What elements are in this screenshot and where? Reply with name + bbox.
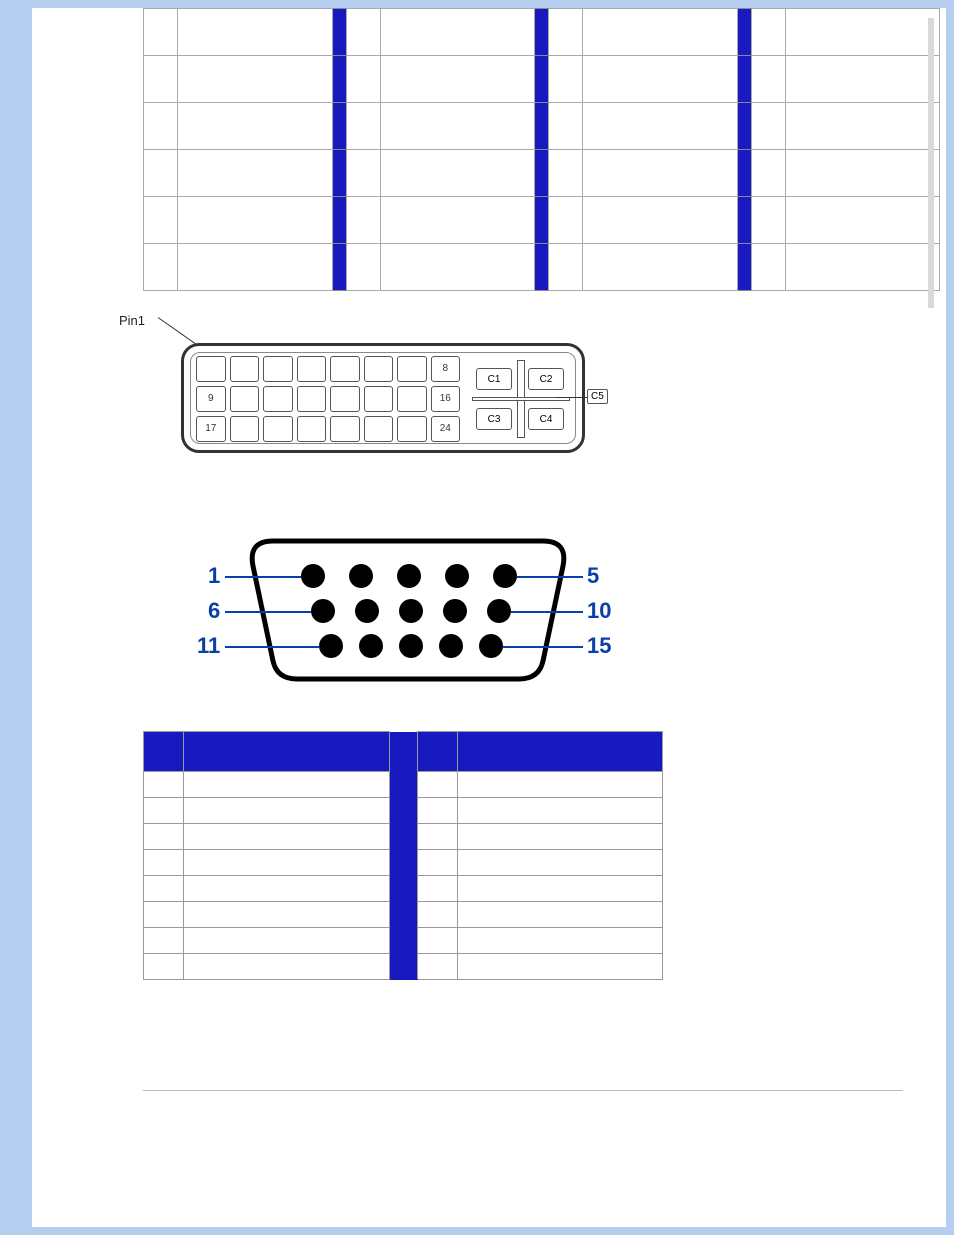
table-cell	[178, 9, 333, 56]
dvi-connector-diagram: Pin1 8 9 16 17 24 C1	[143, 321, 643, 491]
dvi-pin-c3: C3	[476, 408, 512, 430]
dvi-pin-grid: 8 9 16 17 24	[196, 356, 460, 442]
dvi-pin-c2: C2	[528, 368, 564, 390]
vga-pin-10-label: 10	[587, 598, 611, 624]
leader-line	[225, 646, 319, 648]
header-pin-num-left	[144, 732, 184, 772]
top-spec-table	[143, 8, 940, 291]
dvi-pin-17: 17	[196, 416, 226, 442]
header-desc-right	[457, 732, 663, 772]
dvi-pin-8: 8	[431, 356, 461, 382]
vga-pin-5-label: 5	[587, 563, 599, 589]
dvi-pin-24: 24	[431, 416, 461, 442]
dvi-pin-9: 9	[196, 386, 226, 412]
header-pin-num-right	[417, 732, 457, 772]
vga-pin-11-label: 11	[197, 633, 220, 659]
leader-line	[225, 576, 301, 578]
vga-pin-6-label: 6	[208, 598, 220, 624]
dvi-pin-c4: C4	[528, 408, 564, 430]
leader-line	[225, 611, 311, 613]
table-cell	[346, 9, 380, 56]
leader-line	[517, 576, 583, 578]
vga-connector-diagram: 1 6 11 5 10 15	[173, 521, 643, 691]
table-cell	[144, 9, 178, 56]
c5-leader-line	[556, 397, 587, 398]
blue-divider	[737, 9, 751, 56]
vga-pin-1-label: 1	[208, 563, 220, 589]
dvi-pin-c5: C5	[587, 389, 608, 404]
table-cell	[751, 9, 785, 56]
table-cell	[785, 9, 940, 56]
pin-assignment-table	[143, 731, 663, 980]
footer-area	[143, 1091, 940, 1171]
left-margin	[8, 8, 32, 1227]
dvi-pin-16: 16	[431, 386, 461, 412]
sidebar-area	[32, 8, 143, 1227]
vga-svg	[173, 521, 643, 691]
blue-divider	[332, 9, 346, 56]
page-content: Pin1 8 9 16 17 24 C1	[8, 8, 946, 1227]
scroll-sliver	[928, 18, 934, 308]
leader-line	[503, 646, 583, 648]
dvi-pin-c1: C1	[476, 368, 512, 390]
vga-pin-15-label: 15	[587, 633, 611, 659]
dvi-shell: 8 9 16 17 24 C1 C2 C3 C4	[181, 343, 585, 453]
leader-line	[511, 611, 583, 613]
table-cell	[380, 9, 535, 56]
blue-divider	[389, 732, 417, 772]
table-cell	[583, 9, 738, 56]
pin1-label: Pin1	[119, 313, 145, 328]
table-cell	[549, 9, 583, 56]
blue-divider	[535, 9, 549, 56]
page-frame: Pin1 8 9 16 17 24 C1	[0, 0, 954, 1235]
dvi-c-pin-area: C1 C2 C3 C4	[472, 356, 570, 442]
header-desc-left	[184, 732, 390, 772]
